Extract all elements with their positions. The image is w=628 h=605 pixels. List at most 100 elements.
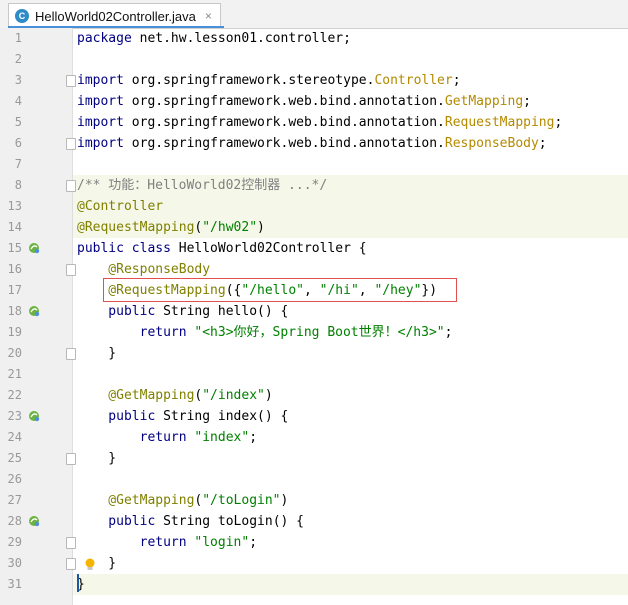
code-line: 15 public class HelloWorld02Controller {: [0, 238, 628, 259]
code-line: 3 import org.springframework.stereotype.C…: [0, 70, 628, 91]
line-number: 20: [7, 346, 22, 360]
spring-bean-icon[interactable]: [28, 305, 40, 317]
code-text: @GetMapping("/toLogin"): [77, 490, 288, 511]
code-text: return "index";: [77, 427, 257, 448]
code-token: () {: [272, 514, 304, 529]
code-text: @ResponseBody: [77, 259, 210, 280]
code-text: @GetMapping("/index"): [77, 385, 273, 406]
close-icon[interactable]: ×: [205, 9, 212, 23]
code-token: ;: [249, 430, 258, 445]
fold-marker-icon[interactable]: [66, 558, 76, 570]
code-token: ;: [538, 136, 547, 151]
code-line: 31}: [0, 574, 628, 595]
code-token: org.springframework.web.bind.annotation.: [131, 94, 445, 109]
code-token: "/toLogin": [202, 493, 281, 508]
code-text: import org.springframework.web.bind.anno…: [77, 91, 531, 112]
code-token: public: [77, 304, 164, 319]
fold-marker-icon[interactable]: [66, 537, 76, 549]
code-line: 2: [0, 49, 628, 70]
line-number: 7: [14, 157, 22, 171]
code-token: String: [163, 409, 218, 424]
code-token: ;: [554, 115, 563, 130]
code-token: GetMapping: [444, 94, 524, 109]
code-text: }: [77, 448, 116, 469]
code-token: ResponseBody: [444, 136, 539, 151]
spring-bean-icon[interactable]: [28, 242, 40, 254]
fold-marker-icon[interactable]: [66, 180, 76, 192]
code-token: /** 功能：HelloWorld02控制器 ...*/: [77, 178, 328, 193]
line-number: 25: [7, 451, 22, 465]
code-text: return "<h3>你好，Spring Boot世界！</h3>";: [77, 322, 453, 343]
code-line: 4 import org.springframework.web.bind.ann…: [0, 91, 628, 112]
code-token: return: [77, 430, 195, 445]
code-line: 5 import org.springframework.web.bind.ann…: [0, 112, 628, 133]
spring-bean-icon[interactable]: [28, 515, 40, 527]
line-number: 19: [7, 325, 22, 339]
code-text: return "login";: [77, 532, 257, 553]
line-number: 22: [7, 388, 22, 402]
fold-marker-icon[interactable]: [66, 75, 76, 87]
code-text: public String hello() {: [77, 301, 288, 322]
code-token: ;: [249, 535, 258, 550]
code-line: 29 return "login";: [0, 532, 628, 553]
fold-marker-icon[interactable]: [66, 348, 76, 360]
code-token: @GetMapping: [77, 388, 195, 403]
code-editor[interactable]: 1 package net.hw.lesson01.controller; 2 3 im…: [0, 28, 628, 605]
java-class-icon: C: [15, 9, 29, 23]
code-line: 24 return "index";: [0, 427, 628, 448]
spring-bean-icon[interactable]: [28, 410, 40, 422]
code-token: "login": [194, 535, 250, 550]
code-token: "<h3>你好，Spring Boot世界！</h3>": [194, 325, 445, 340]
text-caret: [77, 574, 79, 592]
fold-marker-icon[interactable]: [66, 264, 76, 276]
line-number: 5: [14, 115, 22, 129]
code-token: () {: [257, 409, 289, 424]
code-token: hello: [217, 304, 258, 319]
code-line: 27 @GetMapping("/toLogin"): [0, 490, 628, 511]
code-token: Controller: [374, 73, 453, 88]
line-number: 30: [7, 556, 22, 570]
code-line: 16 @ResponseBody: [0, 259, 628, 280]
line-number: 6: [14, 136, 22, 150]
code-token: ): [280, 493, 289, 508]
code-line: 22 @GetMapping("/index"): [0, 385, 628, 406]
code-line: 14 @RequestMapping("/hw02"): [0, 217, 628, 238]
code-token: @RequestMapping: [77, 220, 195, 235]
code-line: 7: [0, 154, 628, 175]
code-line: 23 public String index() {: [0, 406, 628, 427]
line-number: 24: [7, 430, 22, 444]
code-token: @GetMapping: [77, 493, 195, 508]
code-token: String: [163, 304, 218, 319]
code-token: org.springframework.web.bind.annotation.: [131, 136, 445, 151]
line-number: 28: [7, 514, 22, 528]
line-number: 3: [14, 73, 22, 87]
fold-marker-icon[interactable]: [66, 138, 76, 150]
code-token: }: [77, 556, 117, 571]
line-number: 14: [7, 220, 22, 234]
code-line: 8 /** 功能：HelloWorld02控制器 ...*/: [0, 175, 628, 196]
code-token: org.springframework.web.bind.annotation.: [131, 115, 445, 130]
line-number: 21: [7, 367, 22, 381]
code-token: }: [77, 346, 117, 361]
code-token: RequestMapping: [444, 115, 555, 130]
code-token: }: [77, 451, 117, 466]
code-token: {: [358, 241, 367, 256]
code-token: import: [77, 94, 132, 109]
code-token: ;: [452, 73, 461, 88]
code-line: 20 }: [0, 343, 628, 364]
code-token: public class: [77, 241, 179, 256]
line-number: 23: [7, 409, 22, 423]
line-number: 26: [7, 472, 22, 486]
code-line: 28 public String toLogin() {: [0, 511, 628, 532]
lightbulb-icon[interactable]: [84, 557, 96, 576]
code-text: @RequestMapping("/hw02"): [77, 217, 265, 238]
code-text: /** 功能：HelloWorld02控制器 ...*/: [77, 175, 327, 196]
file-tab[interactable]: C HelloWorld02Controller.java ×: [8, 3, 221, 28]
line-number: 27: [7, 493, 22, 507]
code-token: return: [77, 535, 195, 550]
code-line: 18 public String hello() {: [0, 301, 628, 322]
code-line: 21: [0, 364, 628, 385]
code-token: ): [264, 388, 273, 403]
code-line: 1 package net.hw.lesson01.controller;: [0, 28, 628, 49]
fold-marker-icon[interactable]: [66, 453, 76, 465]
